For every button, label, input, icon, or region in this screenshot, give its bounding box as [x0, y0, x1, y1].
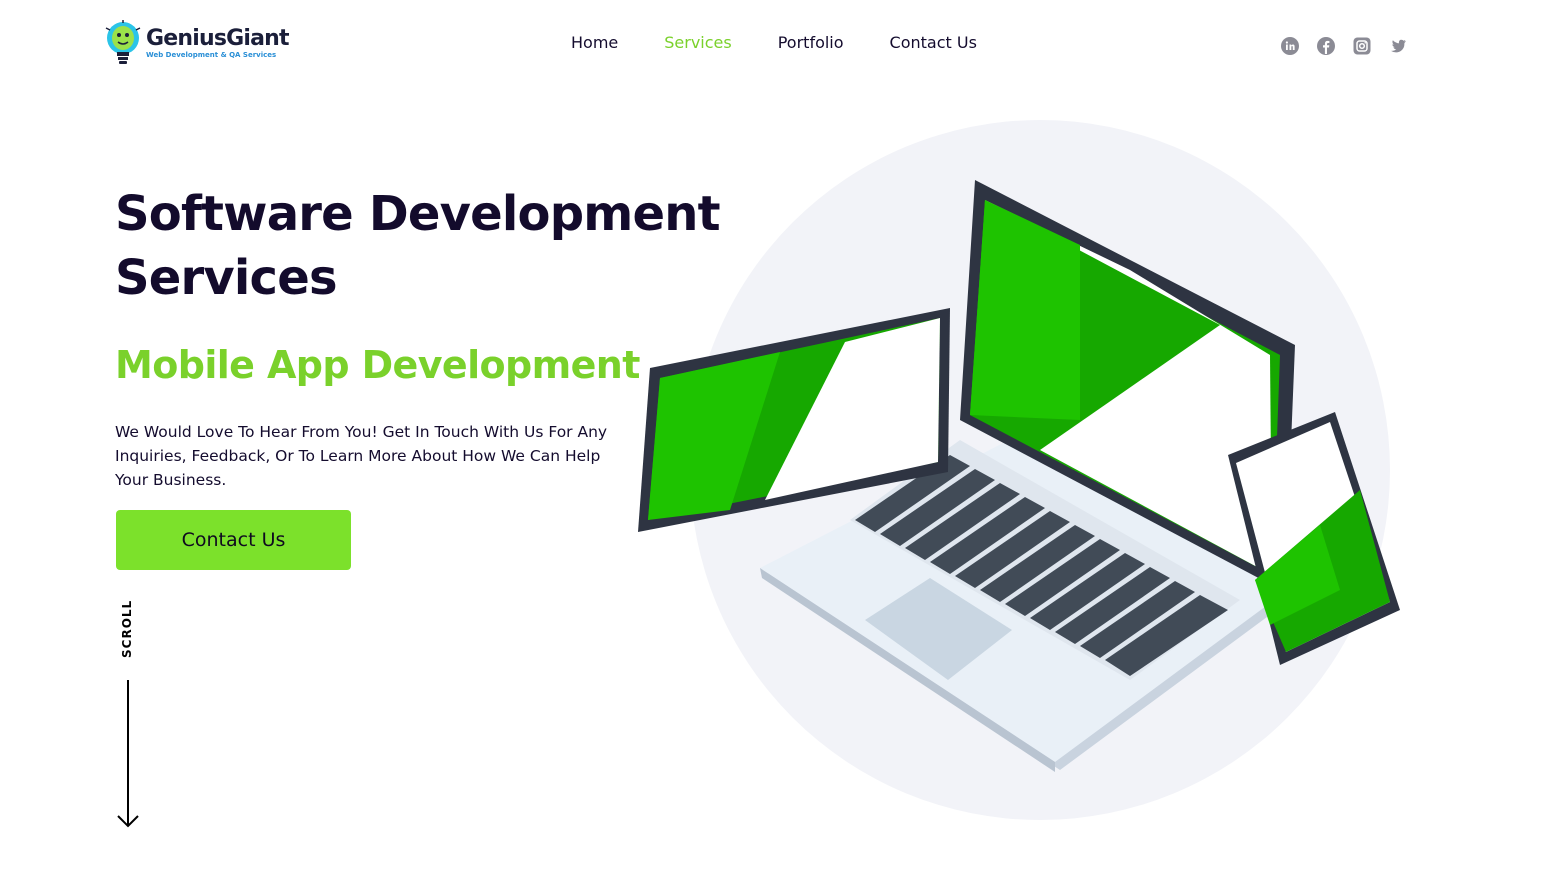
- hero-subtitle: Mobile App Development: [115, 343, 640, 387]
- lightbulb-logo-icon: [105, 20, 141, 64]
- nav-item-portfolio[interactable]: Portfolio: [778, 33, 844, 53]
- brand-name: GeniusGiant: [146, 26, 290, 51]
- nav-item-home[interactable]: Home: [571, 33, 618, 53]
- nav-item-services[interactable]: Services: [664, 33, 731, 53]
- facebook-icon[interactable]: [1316, 36, 1336, 56]
- brand-tagline: Web Development & QA Services: [146, 51, 277, 59]
- twitter-icon[interactable]: [1388, 36, 1408, 56]
- linkedin-icon[interactable]: [1280, 36, 1300, 56]
- contact-us-button[interactable]: Contact Us: [116, 510, 351, 570]
- social-links: [1280, 36, 1424, 56]
- scroll-down-arrow-icon[interactable]: [117, 680, 139, 830]
- nav-item-contact-us[interactable]: Contact Us: [890, 33, 977, 53]
- hero-description: We Would Love To Hear From You! Get In T…: [115, 423, 608, 489]
- main-nav: Home Services Portfolio Contact Us: [571, 33, 1023, 53]
- devices-illustration: [638, 120, 1400, 820]
- scroll-label: SCROLL: [120, 599, 134, 658]
- instagram-icon[interactable]: [1352, 36, 1372, 56]
- brand-logo[interactable]: GeniusGiant Web Development & QA Service…: [104, 20, 290, 68]
